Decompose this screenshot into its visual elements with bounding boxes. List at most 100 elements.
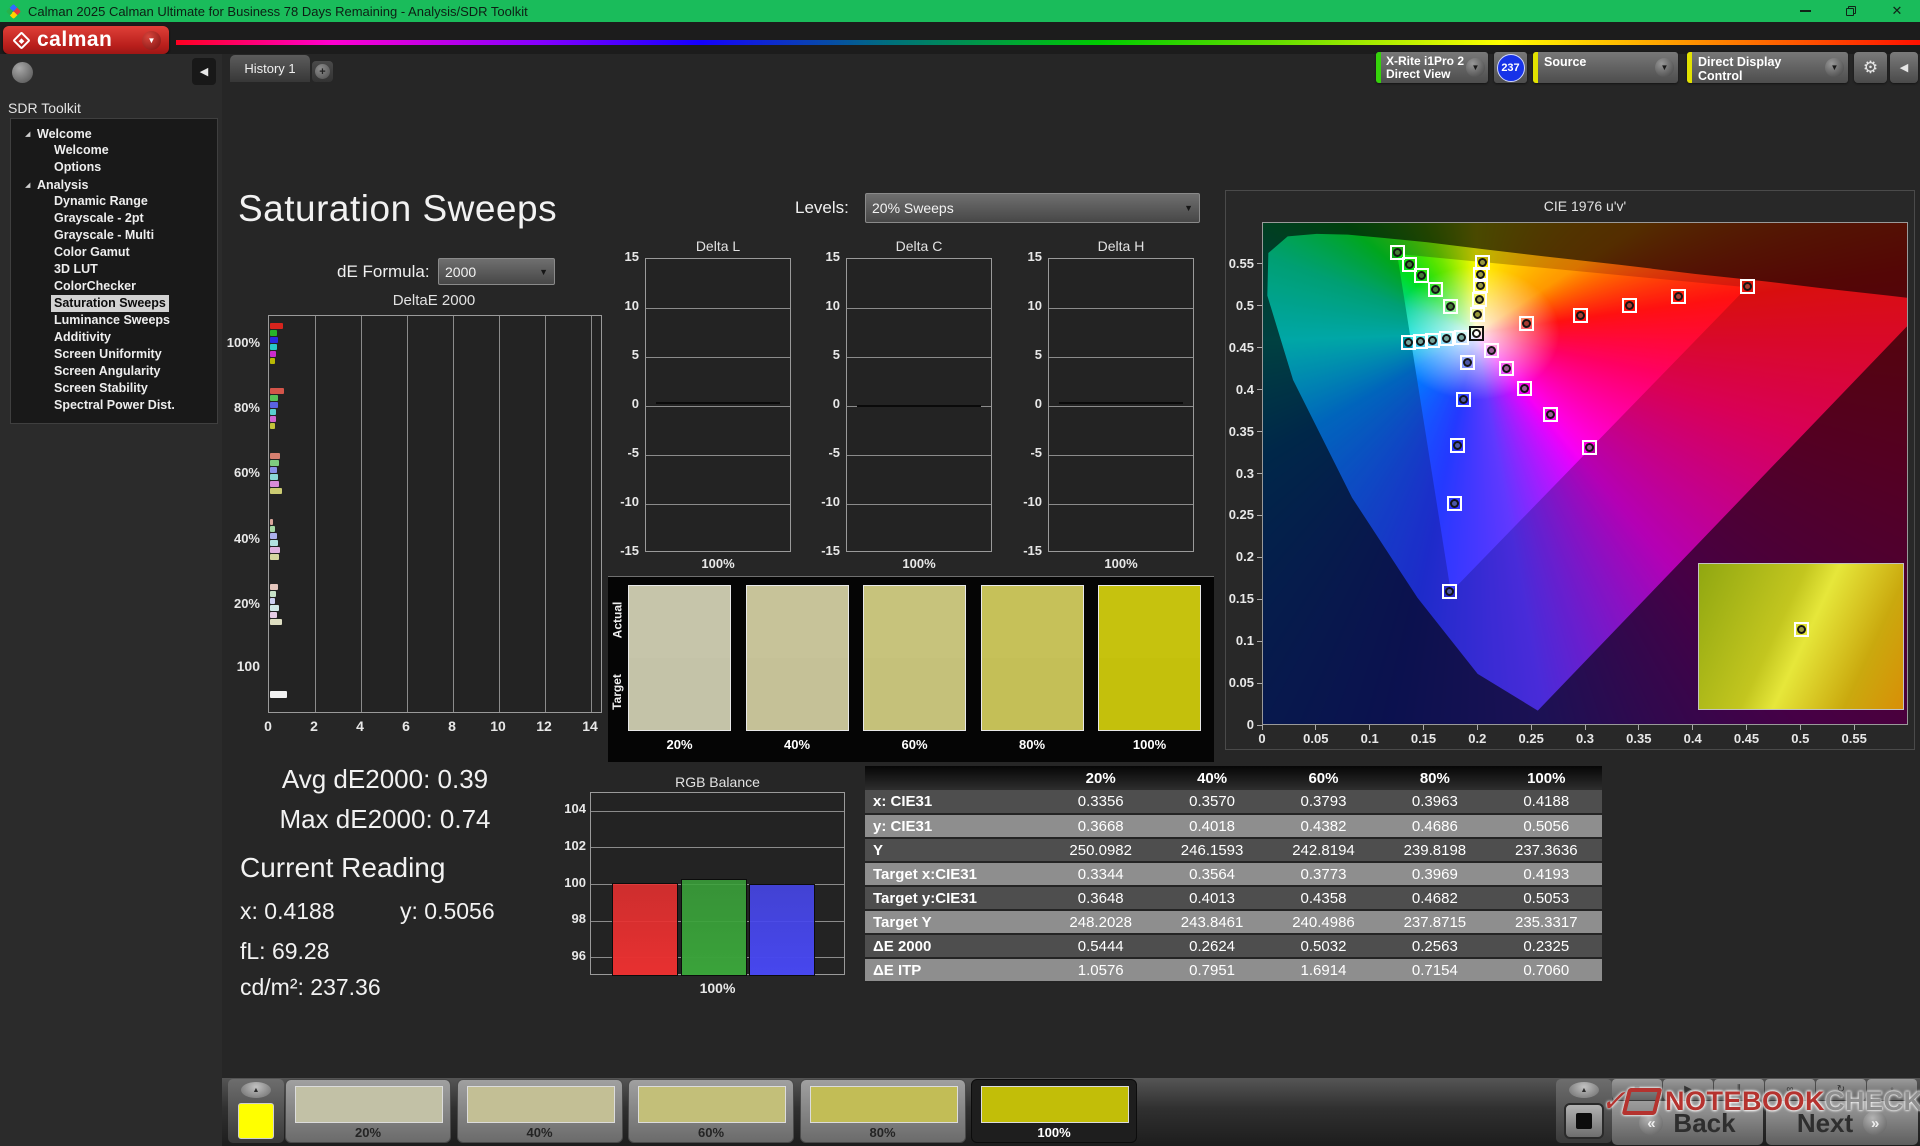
sidebar-item-luminance-sweeps[interactable]: Luminance Sweeps xyxy=(51,312,173,329)
current-y: y: 0.5056 xyxy=(400,898,495,925)
cie-x-tick: 0 xyxy=(1242,731,1282,746)
cie-x-tick: 0.55 xyxy=(1834,731,1874,746)
tick xyxy=(1315,725,1316,730)
cell-value: 0.7154 xyxy=(1379,958,1490,982)
rgb-bar-blue xyxy=(749,884,815,976)
de-formula-select[interactable]: 2000 ▼ xyxy=(438,258,555,285)
rgb-y-tick: 98 xyxy=(556,911,586,926)
table-corner xyxy=(865,766,1045,790)
sidebar-item-grayscale-2pt[interactable]: Grayscale - 2pt xyxy=(51,210,147,227)
gridline xyxy=(315,316,316,712)
sidebar-item-screen-angularity[interactable]: Screen Angularity xyxy=(51,363,164,380)
dock-patch-40[interactable]: 40% xyxy=(457,1079,623,1143)
deltae-bar-40-blue xyxy=(270,533,277,539)
sidebar-item-saturation-sweeps[interactable]: Saturation Sweeps xyxy=(51,295,169,312)
sidebar-item-dynamic-range[interactable]: Dynamic Range xyxy=(51,193,151,210)
tick xyxy=(1585,725,1586,730)
delta-h-y-tick: -10 xyxy=(1014,494,1042,509)
meter-dropdown[interactable]: X-Rite i1Pro 2 Direct View ▼ xyxy=(1376,52,1488,83)
cell-value: 0.3963 xyxy=(1379,790,1490,814)
dock-patch-100[interactable]: 100% xyxy=(971,1079,1137,1143)
sidebar-item-welcome[interactable]: Welcome xyxy=(51,142,112,159)
deltae-bar-60-red xyxy=(270,453,280,459)
dock-patch-60[interactable]: 60% xyxy=(628,1079,794,1143)
settings-button[interactable]: ⚙ xyxy=(1854,52,1887,83)
rgb-balance-title: RGB Balance xyxy=(590,774,845,790)
deltae-bar-100-cyan xyxy=(270,344,277,350)
sidebar-group-analysis[interactable]: ◢Analysis xyxy=(11,176,217,193)
tab-history-1[interactable]: History 1 xyxy=(230,55,310,82)
gridline xyxy=(453,316,454,712)
deltae-x-tick: 12 xyxy=(532,718,556,734)
tick xyxy=(1692,725,1693,730)
sidebar-item-options[interactable]: Options xyxy=(51,159,104,176)
levels-select[interactable]: 20% Sweeps ▼ xyxy=(865,193,1200,223)
delta-h-y-tick: 15 xyxy=(1014,249,1042,264)
row-label: Target y:CIE31 xyxy=(865,886,1045,910)
current-patch-swatch[interactable] xyxy=(238,1103,274,1139)
sidebar-item-3d-lut[interactable]: 3D LUT xyxy=(51,261,101,278)
cie-y-tick: 0.5 xyxy=(1218,298,1254,313)
measure-popup-button[interactable]: ▲ xyxy=(1569,1082,1599,1098)
cie-chart-title: CIE 1976 u'v' xyxy=(1262,198,1908,214)
notebookcheck-watermark: ✓ NOTEBOOKCHECK xyxy=(1625,1086,1920,1117)
sidebar-item-screen-stability[interactable]: Screen Stability xyxy=(51,380,151,397)
sidebar-collapse-button[interactable]: ◀ xyxy=(192,58,216,85)
tick xyxy=(1369,725,1370,730)
tick xyxy=(1423,725,1424,730)
panel-collapse-button[interactable]: ◀ xyxy=(1890,52,1918,83)
cell-value: 243.8461 xyxy=(1156,910,1267,934)
gridline xyxy=(646,308,790,309)
stop-button[interactable] xyxy=(1564,1103,1604,1139)
sidebar-item-additivity[interactable]: Additivity xyxy=(51,329,114,346)
delta-c-y-tick: -15 xyxy=(812,543,840,558)
display-control-dropdown[interactable]: Direct Display Control ▼ xyxy=(1687,52,1848,83)
sidebar-item-colorchecker[interactable]: ColorChecker xyxy=(51,278,139,295)
cell-value: 0.2563 xyxy=(1379,934,1490,958)
deltae-bar-80-magenta xyxy=(270,416,276,422)
source-label: Source xyxy=(1538,52,1655,69)
watermark-text-2: CHECK xyxy=(1825,1086,1920,1116)
sidebar-item-color-gamut[interactable]: Color Gamut xyxy=(51,244,133,261)
triangle-up-icon: ▲ xyxy=(253,1087,260,1094)
rgb-bar-red xyxy=(612,883,678,976)
restore-button[interactable] xyxy=(1828,0,1874,22)
cie-cyan-40pct-measured-dot xyxy=(1442,334,1451,343)
cell-value: 0.4193 xyxy=(1491,862,1602,886)
calman-menu-button[interactable]: calman ▼ xyxy=(3,26,169,54)
tree-expand-icon: ◢ xyxy=(25,181,37,189)
dock-patch-20[interactable]: 20% xyxy=(285,1079,451,1143)
table-col-40: 40% xyxy=(1156,766,1267,790)
deltae-bar-40-green xyxy=(270,526,275,532)
delta-h-y-tick: 0 xyxy=(1014,396,1042,411)
sidebar-item-spectral-power-dist[interactable]: Spectral Power Dist. xyxy=(51,397,178,414)
tick xyxy=(1800,725,1801,730)
delta-c-y-tick: 10 xyxy=(812,298,840,313)
cell-value: 0.5444 xyxy=(1045,934,1156,958)
cell-value: 0.5032 xyxy=(1268,934,1379,958)
patch-popup-button[interactable]: ▲ xyxy=(241,1082,271,1098)
gridline xyxy=(499,316,500,712)
deltae-bar-60-cyan xyxy=(270,474,278,480)
tick xyxy=(1746,725,1747,730)
sidebar-dot-button[interactable] xyxy=(12,62,33,83)
delta-h-y-tick: 5 xyxy=(1014,347,1042,362)
minimize-button[interactable] xyxy=(1782,0,1828,22)
table-row-target-x-cie31: Target x:CIE310.33440.35640.37730.39690.… xyxy=(865,862,1602,886)
sidebar-item-screen-uniformity[interactable]: Screen Uniformity xyxy=(51,346,165,363)
notebookcheck-logo-icon: ✓ xyxy=(1622,1088,1663,1115)
cie-red-40pct-measured-dot xyxy=(1576,311,1585,320)
deltae-bar-80-red xyxy=(270,388,284,394)
close-button[interactable]: ✕ xyxy=(1874,0,1920,22)
sidebar-item-grayscale-multi[interactable]: Grayscale - Multi xyxy=(51,227,157,244)
dock-patch-80[interactable]: 80% xyxy=(800,1079,966,1143)
add-tab-button[interactable]: + xyxy=(312,61,333,82)
source-dropdown[interactable]: Source ▼ xyxy=(1533,52,1678,83)
cie-y-tick: 0.1 xyxy=(1218,633,1254,648)
deltae-chart-title: DeltaE 2000 xyxy=(268,292,600,309)
cell-value: 237.8715 xyxy=(1379,910,1490,934)
swatch-actual xyxy=(747,586,848,658)
cell-value: 0.3570 xyxy=(1156,790,1267,814)
cie-white-point-measured-dot xyxy=(1472,329,1481,338)
sidebar-group-welcome[interactable]: ◢Welcome xyxy=(11,125,217,142)
